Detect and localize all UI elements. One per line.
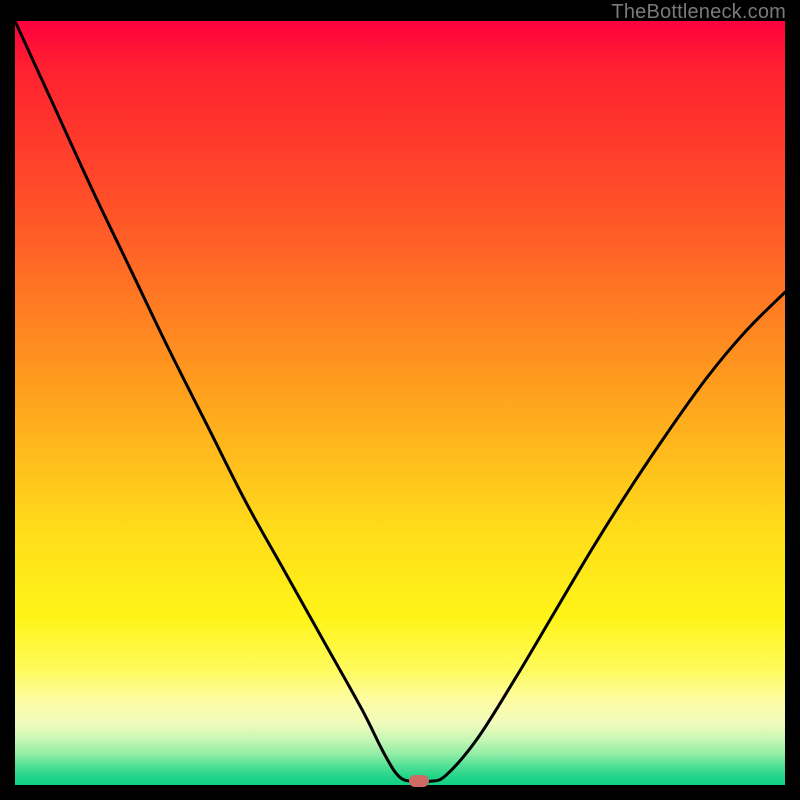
bottleneck-curve — [15, 21, 785, 785]
attribution-label: TheBottleneck.com — [611, 1, 786, 24]
optimum-marker — [409, 775, 429, 787]
chart-frame: TheBottleneck.com — [0, 0, 800, 800]
plot-area — [15, 21, 785, 785]
curve-path — [15, 21, 785, 782]
